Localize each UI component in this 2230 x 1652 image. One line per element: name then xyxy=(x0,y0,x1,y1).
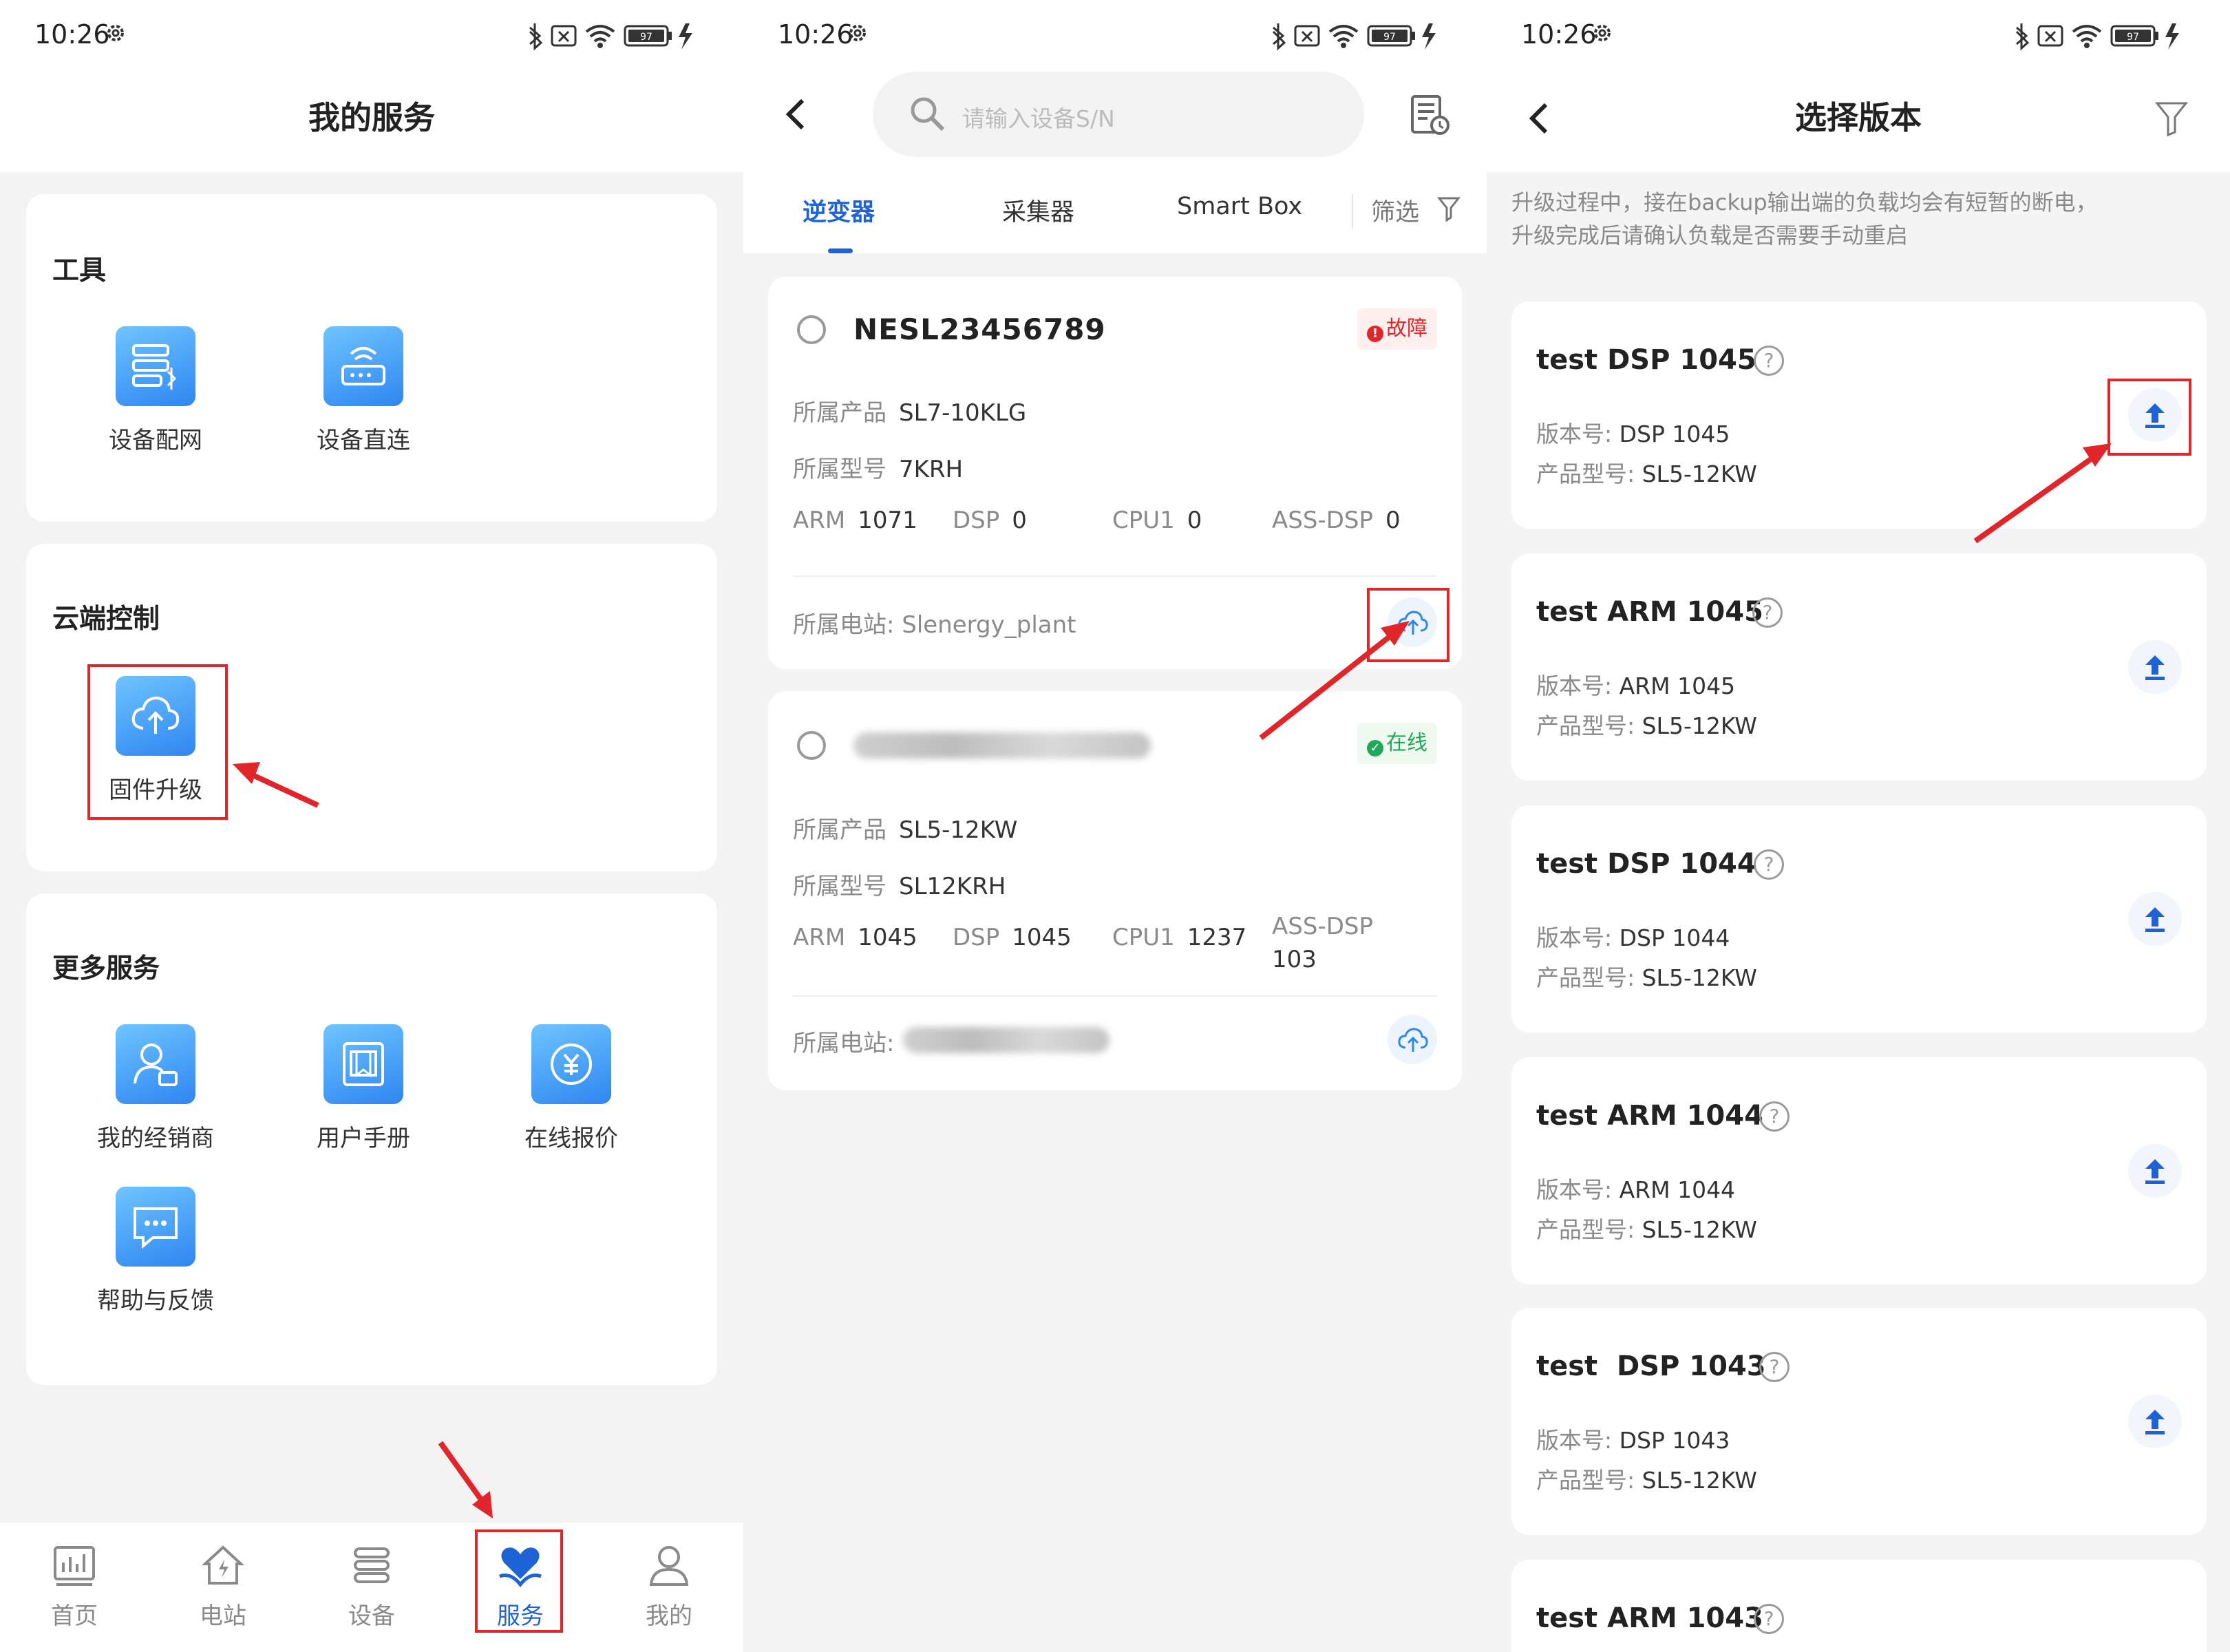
arrow-to-service xyxy=(438,1441,485,1503)
arrow-to-firmware xyxy=(250,772,319,808)
arrow-to-cloud-button xyxy=(1259,633,1392,741)
service-screen: 10:26 97 我的服务 工具 设备配网 设备直连 云端控制 固件升级 更多服… xyxy=(0,0,743,1652)
select-version-screen: 10:26 97 选择版本 升级过程中，接在backup输出端的负载均会有短暂的… xyxy=(1487,0,2230,1652)
device-list-screen: 10:26 97 请输入设备S/N 逆变器 采集器 Smart Box 筛选 N… xyxy=(743,0,1487,1652)
annotation-arrows xyxy=(233,762,493,1518)
annotation-arrows xyxy=(1973,443,2112,544)
arrow-head-firmware xyxy=(233,762,260,784)
arrow-to-upload xyxy=(1973,454,2096,544)
annotation-arrows xyxy=(1259,621,1410,741)
